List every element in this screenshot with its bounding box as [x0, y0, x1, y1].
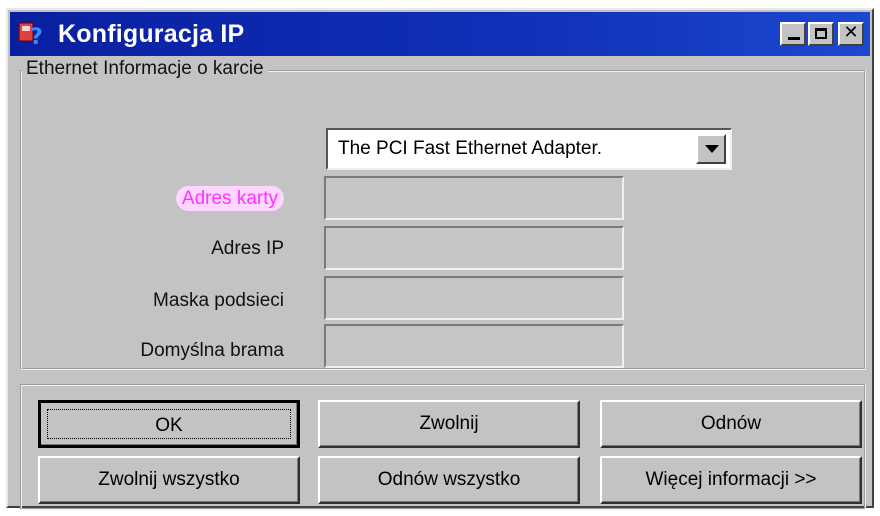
- release-button[interactable]: Zwolnij: [318, 400, 580, 448]
- ip-address-field[interactable]: [324, 226, 624, 270]
- more-info-button[interactable]: Więcej informacji >>: [600, 456, 862, 504]
- chevron-down-icon[interactable]: [696, 134, 726, 164]
- maximize-icon: [815, 28, 827, 39]
- title-bar[interactable]: ? Konfiguracja IP ✕: [10, 12, 870, 56]
- window-title: Konfiguracja IP: [58, 20, 245, 48]
- renew-button[interactable]: Odnów: [600, 400, 862, 448]
- default-gateway-field[interactable]: [324, 324, 624, 368]
- minimize-button[interactable]: [780, 22, 806, 46]
- ok-button[interactable]: OK: [38, 400, 300, 448]
- group-legend: Ethernet Informacje o karcie: [22, 58, 268, 80]
- label-default-gateway: Domyślna brama: [140, 340, 284, 361]
- close-button[interactable]: ✕: [838, 22, 864, 46]
- network-help-icon: ?: [18, 22, 43, 48]
- close-icon: ✕: [843, 22, 859, 43]
- adapter-address-field[interactable]: [324, 176, 624, 220]
- label-adapter-address: Adres karty: [24, 186, 284, 211]
- maximize-button[interactable]: [808, 22, 834, 46]
- adapter-select[interactable]: The PCI Fast Ethernet Adapter.: [326, 128, 732, 170]
- label-subnet-mask: Maska podsieci: [153, 290, 284, 311]
- minimize-icon: [788, 37, 800, 40]
- adapter-select-value: The PCI Fast Ethernet Adapter.: [338, 138, 603, 159]
- renew-all-button[interactable]: Odnów wszystko: [318, 456, 580, 504]
- ok-button-label: OK: [47, 409, 291, 439]
- label-ip-address: Adres IP: [211, 238, 284, 259]
- svg-text:?: ?: [30, 25, 43, 48]
- ip-config-window: ? Konfiguracja IP ✕ Ethernet Informacje …: [6, 8, 874, 510]
- release-all-button[interactable]: Zwolnij wszystko: [38, 456, 300, 504]
- subnet-mask-field[interactable]: [324, 276, 624, 320]
